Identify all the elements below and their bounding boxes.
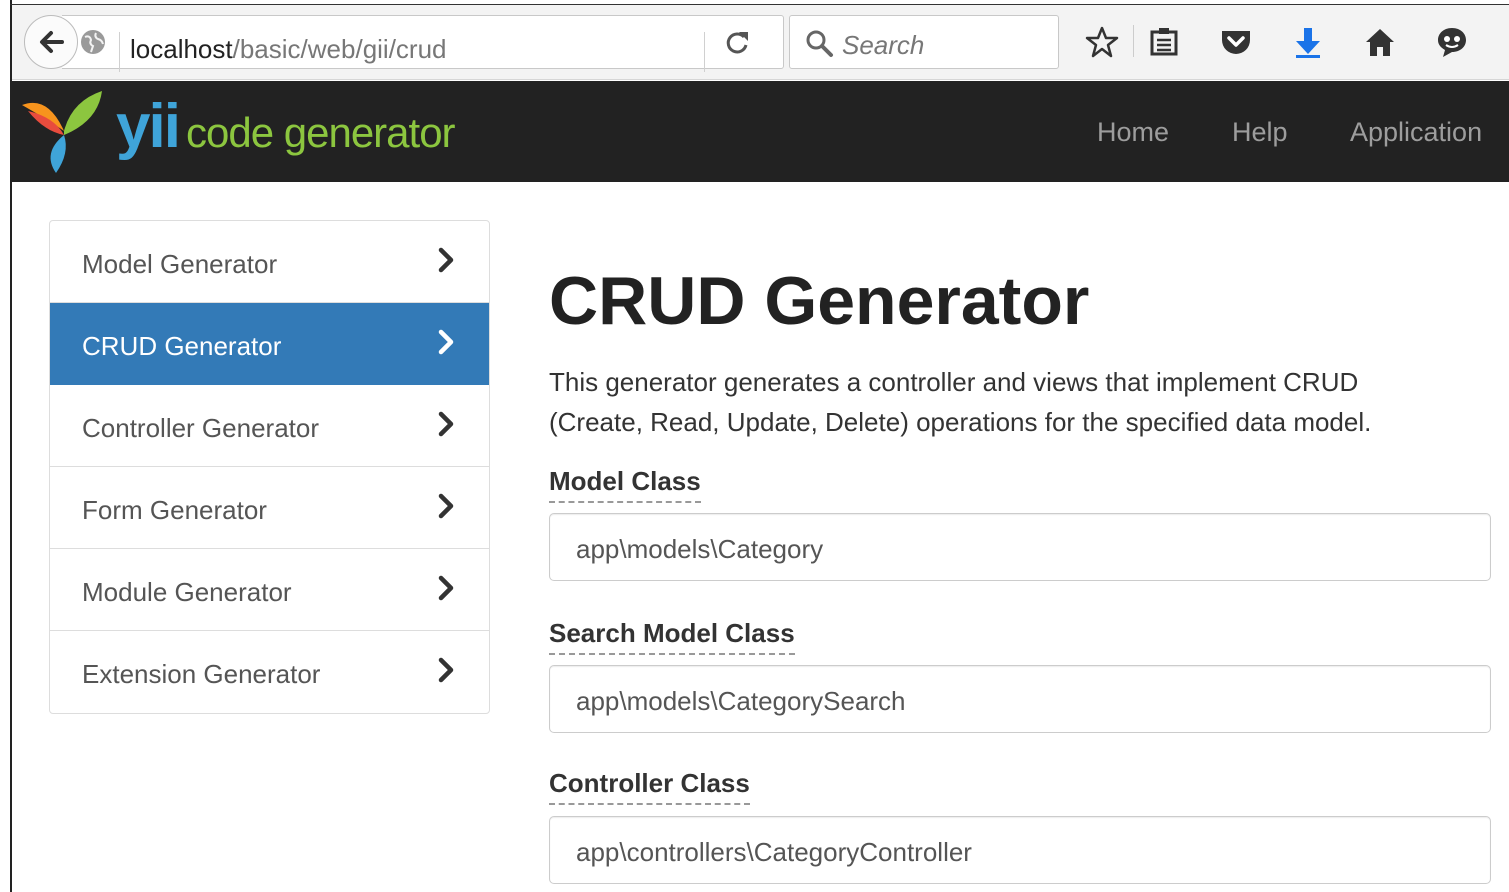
controller-class-input[interactable]: app\controllers\CategoryController <box>549 816 1491 884</box>
description-line-2: (Create, Read, Update, Delete) operation… <box>549 407 1372 437</box>
nav-link-home[interactable]: Home <box>1097 117 1169 148</box>
search-box[interactable]: Search <box>789 15 1059 69</box>
reload-icon[interactable] <box>722 28 752 58</box>
reading-list-icon[interactable] <box>1147 25 1181 59</box>
sidebar-item-label: Form Generator <box>82 495 267 525</box>
controller-class-label[interactable]: Controller Class <box>549 768 750 805</box>
chevron-right-icon <box>438 329 454 355</box>
sidebar-item-crud-generator[interactable]: CRUD Generator <box>50 303 489 385</box>
sidebar-item-label: Model Generator <box>82 249 278 279</box>
search-model-class-value: app\models\CategorySearch <box>576 686 906 716</box>
model-class-value: app\models\Category <box>576 534 824 564</box>
back-button[interactable] <box>24 15 78 69</box>
chevron-right-icon <box>438 411 454 437</box>
search-model-class-input[interactable]: app\models\CategorySearch <box>549 665 1491 733</box>
sidebar-item-label: Extension Generator <box>82 659 321 689</box>
url-separator <box>119 32 120 72</box>
url-path: /basic/web/gii/crud <box>232 34 447 64</box>
search-placeholder: Search <box>842 30 925 60</box>
sidebar-item-label: CRUD Generator <box>82 331 282 361</box>
sidebar-item-label: Controller Generator <box>82 413 319 443</box>
download-icon[interactable] <box>1291 25 1325 59</box>
url-host: localhost <box>130 34 233 64</box>
pocket-icon[interactable] <box>1219 25 1253 59</box>
top-navbar: yii code generator Home Help Application <box>12 81 1509 182</box>
chevron-right-icon <box>438 247 454 273</box>
brand-yii[interactable]: yii <box>116 91 181 162</box>
search-icon <box>806 30 833 57</box>
chevron-right-icon <box>438 493 454 519</box>
controller-class-value: app\controllers\CategoryController <box>576 837 972 867</box>
search-model-class-label[interactable]: Search Model Class <box>549 618 795 655</box>
nav-link-help[interactable]: Help <box>1232 117 1288 148</box>
sidebar-item-extension-generator[interactable]: Extension Generator <box>50 631 489 713</box>
reload-separator <box>704 32 705 72</box>
page-title: CRUD Generator <box>549 263 1090 339</box>
chevron-right-icon <box>438 657 454 683</box>
brand-code-generator[interactable]: code generator <box>186 109 456 157</box>
home-icon[interactable] <box>1363 25 1397 59</box>
nav-link-application[interactable]: Application <box>1350 117 1482 148</box>
globe-icon[interactable] <box>80 29 106 55</box>
toolbar-separator <box>1133 25 1134 57</box>
chat-icon[interactable] <box>1435 25 1469 59</box>
description-line-1: This generator generates a controller an… <box>549 367 1359 397</box>
bookmark-star-icon[interactable] <box>1085 25 1119 59</box>
sidebar-item-module-generator[interactable]: Module Generator <box>50 549 489 631</box>
yii-logo-icon[interactable] <box>20 87 110 175</box>
chevron-right-icon <box>438 575 454 601</box>
sidebar-item-controller-generator[interactable]: Controller Generator <box>50 385 489 467</box>
sidebar-item-label: Module Generator <box>82 577 292 607</box>
model-class-label[interactable]: Model Class <box>549 466 701 503</box>
url-bar[interactable]: localhost/basic/web/gii/crud <box>62 15 784 72</box>
url-text[interactable]: localhost/basic/web/gii/crud <box>130 34 447 65</box>
generator-sidebar: Model Generator CRUD Generator Controlle… <box>49 220 490 714</box>
model-class-input[interactable]: app\models\Category <box>549 513 1491 581</box>
sidebar-item-form-generator[interactable]: Form Generator <box>50 467 489 549</box>
back-icon <box>40 31 64 53</box>
browser-toolbar: localhost/basic/web/gii/crud Search <box>12 5 1509 80</box>
page-description: This generator generates a controller an… <box>549 362 1489 442</box>
sidebar-item-model-generator[interactable]: Model Generator <box>50 221 489 303</box>
